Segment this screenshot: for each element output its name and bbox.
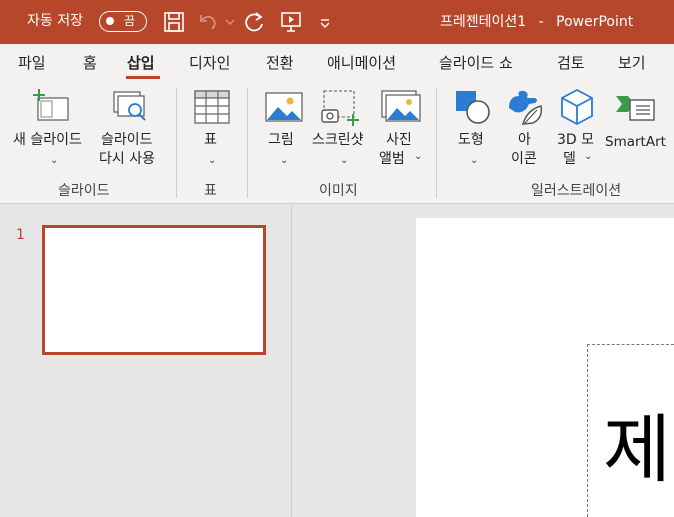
new-slide-label: 새 슬라이드	[13, 132, 82, 148]
screenshot-button[interactable]: 스크린샷 ⌄	[310, 82, 376, 178]
icons-label-line1: 아	[518, 132, 531, 148]
app-name: PowerPoint	[556, 14, 634, 30]
table-label: 표	[204, 132, 217, 148]
tab-design[interactable]: 디자인	[189, 53, 230, 73]
tab-transitions[interactable]: 전환	[266, 53, 294, 73]
tab-home[interactable]: 홈	[83, 53, 97, 73]
group-separator	[247, 88, 248, 198]
group-separator	[176, 88, 177, 198]
window-title: 프레젠테이션1 - PowerPoint	[440, 12, 633, 32]
shapes-label: 도형	[458, 132, 484, 148]
save-icon[interactable]	[163, 10, 185, 34]
reuse-slides-icon	[113, 91, 146, 121]
new-slide-chevron-icon: ⌄	[50, 155, 59, 166]
3d-models-label-line1: 3D 모	[557, 132, 595, 148]
active-tab-indicator	[126, 76, 160, 79]
screenshot-label: 스크린샷	[312, 132, 364, 148]
pictures-label: 그림	[268, 132, 294, 148]
tab-file[interactable]: 파일	[18, 53, 46, 73]
ribbon-tabs: 파일 홈 삽입 디자인 전환 애니메이션 슬라이드 쇼 검토 보기	[0, 44, 674, 82]
title-separator: -	[538, 14, 544, 30]
start-slideshow-icon[interactable]	[279, 10, 303, 34]
tab-slideshow[interactable]: 슬라이드 쇼	[439, 53, 513, 73]
undo-dropdown-chevron-icon[interactable]	[224, 10, 236, 34]
tab-animations[interactable]: 애니메이션	[327, 53, 396, 73]
tab-insert[interactable]: 삽입	[127, 53, 155, 73]
photo-album-button[interactable]: 사진 앨범 ⌄	[376, 82, 426, 178]
slide-number: 1	[16, 227, 25, 243]
3d-cube-icon	[561, 88, 593, 126]
shapes-chevron-icon: ⌄	[470, 155, 479, 166]
3d-models-chevron-icon: ⌄	[584, 151, 593, 162]
icons-icon	[509, 90, 543, 125]
autosave-state-label: 끔	[124, 14, 136, 28]
autosave-toggle[interactable]: 끔	[99, 11, 147, 32]
icons-button[interactable]: 아 이콘	[500, 82, 550, 178]
group-label-slides: 슬라이드	[58, 183, 110, 199]
photo-album-label-line2: 앨범	[379, 151, 405, 167]
icons-label-line2: 이콘	[511, 151, 537, 167]
smartart-button[interactable]: SmartArt	[603, 82, 669, 178]
tab-view[interactable]: 보기	[618, 53, 646, 73]
redo-icon[interactable]	[243, 10, 267, 34]
3d-models-button[interactable]: 3D 모 델 ⌄	[552, 82, 602, 178]
photo-album-label-line1: 사진	[386, 132, 412, 148]
slide-thumbnail[interactable]	[42, 225, 266, 355]
new-slide-icon	[33, 89, 69, 121]
table-chevron-icon: ⌄	[208, 155, 217, 166]
ribbon-insert: 새 슬라이드 ⌄ 슬라이드 다시 사용 슬라이드 표 ⌄ 표 그림 ⌄ 스크린샷…	[0, 82, 674, 204]
group-separator	[436, 88, 437, 198]
pictures-button[interactable]: 그림 ⌄	[258, 82, 310, 178]
undo-icon[interactable]	[197, 10, 219, 34]
reuse-slides-button[interactable]: 슬라이드 다시 사용	[96, 82, 166, 178]
shapes-icon	[456, 91, 490, 124]
group-label-images: 이미지	[319, 183, 358, 199]
screenshot-icon	[321, 90, 359, 126]
pictures-chevron-icon: ⌄	[280, 155, 289, 166]
reuse-slides-label-line2: 다시 사용	[99, 151, 155, 167]
new-slide-button[interactable]: 새 슬라이드 ⌄	[10, 82, 96, 178]
table-icon	[194, 90, 230, 124]
tab-review[interactable]: 검토	[557, 53, 585, 73]
shapes-button[interactable]: 도형 ⌄	[448, 82, 498, 178]
autosave-toggle-knob	[106, 17, 114, 25]
screenshot-chevron-icon: ⌄	[340, 155, 349, 166]
customize-toolbar-icon[interactable]	[317, 10, 333, 34]
title-bar: 자동 저장 끔 프레젠테이션1 - PowerPoint	[0, 0, 674, 44]
table-button[interactable]: 표 ⌄	[188, 82, 236, 178]
autosave-label: 자동 저장	[27, 13, 83, 29]
group-label-tables: 표	[204, 183, 217, 199]
photo-album-icon	[381, 90, 421, 122]
smartart-label: SmartArt	[605, 134, 666, 150]
3d-models-label-line2: 델	[563, 151, 576, 167]
group-label-illustrations: 일러스트레이션	[531, 183, 622, 199]
photo-album-chevron-icon: ⌄	[414, 151, 423, 162]
reuse-slides-label-line1: 슬라이드	[101, 132, 153, 148]
document-title: 프레젠테이션1	[440, 14, 527, 30]
smartart-icon	[616, 96, 655, 121]
title-placeholder-text: 제	[603, 407, 672, 493]
pictures-icon	[265, 92, 303, 122]
